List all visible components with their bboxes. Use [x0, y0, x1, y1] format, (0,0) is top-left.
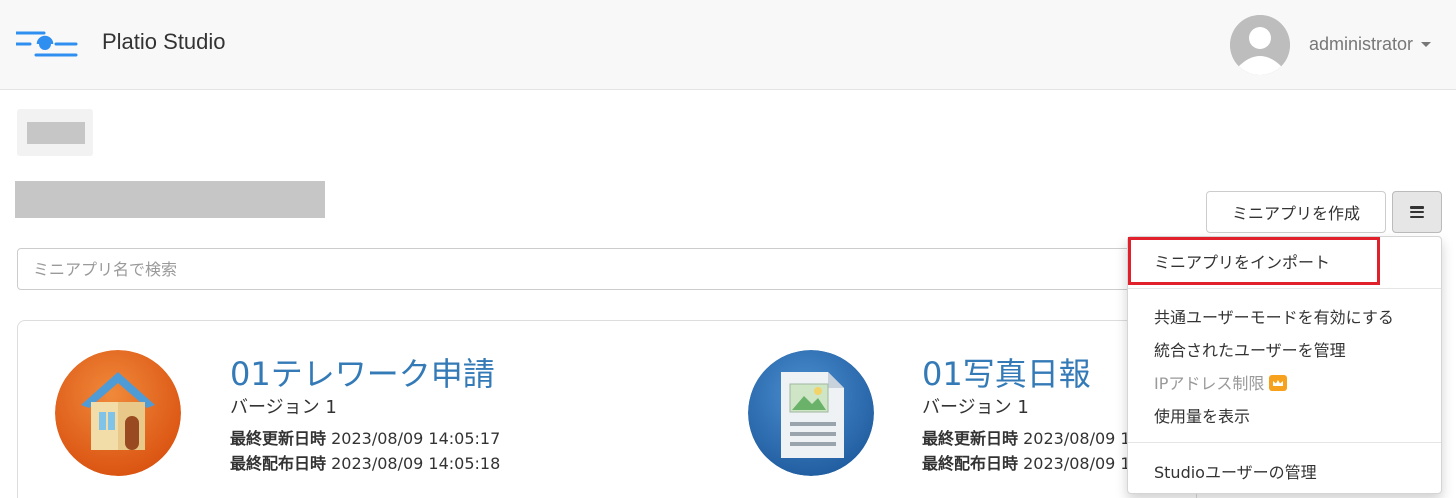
search-input[interactable] — [33, 259, 1181, 279]
app-title-link[interactable]: 01写真日報 — [922, 349, 1091, 395]
crown-icon — [1269, 375, 1288, 391]
app-version: バージョン 1 — [230, 397, 337, 418]
create-miniapp-button[interactable]: ミニアプリを作成 — [1206, 191, 1386, 233]
redacted-block — [27, 122, 85, 144]
redacted-page-title — [15, 181, 325, 218]
user-menu-toggle[interactable]: administrator — [1309, 34, 1432, 55]
hamburger-icon — [1410, 206, 1424, 218]
updated-label: 最終更新日時 — [922, 429, 1019, 448]
published-value: 2023/08/09 14:05:18 — [331, 454, 501, 473]
app-title-link[interactable]: 01テレワーク申請 — [230, 349, 495, 395]
caret-down-icon — [1421, 42, 1432, 47]
miniapp-list-panel: 01テレワーク申請 バージョン 1 最終更新日時 2023/08/09 14:0… — [17, 320, 1197, 498]
menu-item-ip-restriction[interactable]: IPアドレス制限 — [1154, 370, 1288, 394]
search-box — [17, 248, 1197, 290]
published-label: 最終配布日時 — [230, 454, 327, 473]
ip-restriction-label: IPアドレス制限 — [1154, 374, 1265, 393]
redacted-breadcrumb — [17, 109, 93, 156]
updated-value: 2023/08/09 14:05:17 — [331, 429, 501, 448]
more-menu-button[interactable] — [1392, 191, 1442, 233]
user-avatar-icon[interactable] — [1230, 15, 1290, 75]
menu-item-usage[interactable]: 使用量を表示 — [1154, 403, 1250, 427]
more-dropdown-menu: ミニアプリをインポート 共通ユーザーモードを有効にする 統合されたユーザーを管理… — [1127, 236, 1442, 494]
menu-divider — [1128, 442, 1441, 443]
house-icon[interactable] — [55, 350, 181, 476]
app-published: 最終配布日時 2023/08/09 14:05:18 — [230, 452, 500, 476]
menu-item-import[interactable]: ミニアプリをインポート — [1154, 249, 1330, 273]
brand-name[interactable]: Platio Studio — [102, 29, 226, 55]
platio-logo-icon[interactable] — [16, 28, 78, 60]
menu-item-studio-users[interactable]: Studioユーザーの管理 — [1154, 459, 1317, 483]
menu-item-common-user-mode[interactable]: 共通ユーザーモードを有効にする — [1154, 304, 1394, 328]
menu-item-integrated-users[interactable]: 統合されたユーザーを管理 — [1154, 337, 1346, 361]
updated-label: 最終更新日時 — [230, 429, 327, 448]
app-updated: 最終更新日時 2023/08/09 14:05:17 — [230, 427, 500, 451]
photo-document-icon[interactable] — [748, 350, 874, 476]
menu-divider — [1128, 288, 1441, 289]
published-label: 最終配布日時 — [922, 454, 1019, 473]
username-label: administrator — [1309, 34, 1414, 54]
app-version: バージョン 1 — [922, 397, 1029, 418]
top-navbar: Platio Studio administrator — [0, 0, 1456, 90]
